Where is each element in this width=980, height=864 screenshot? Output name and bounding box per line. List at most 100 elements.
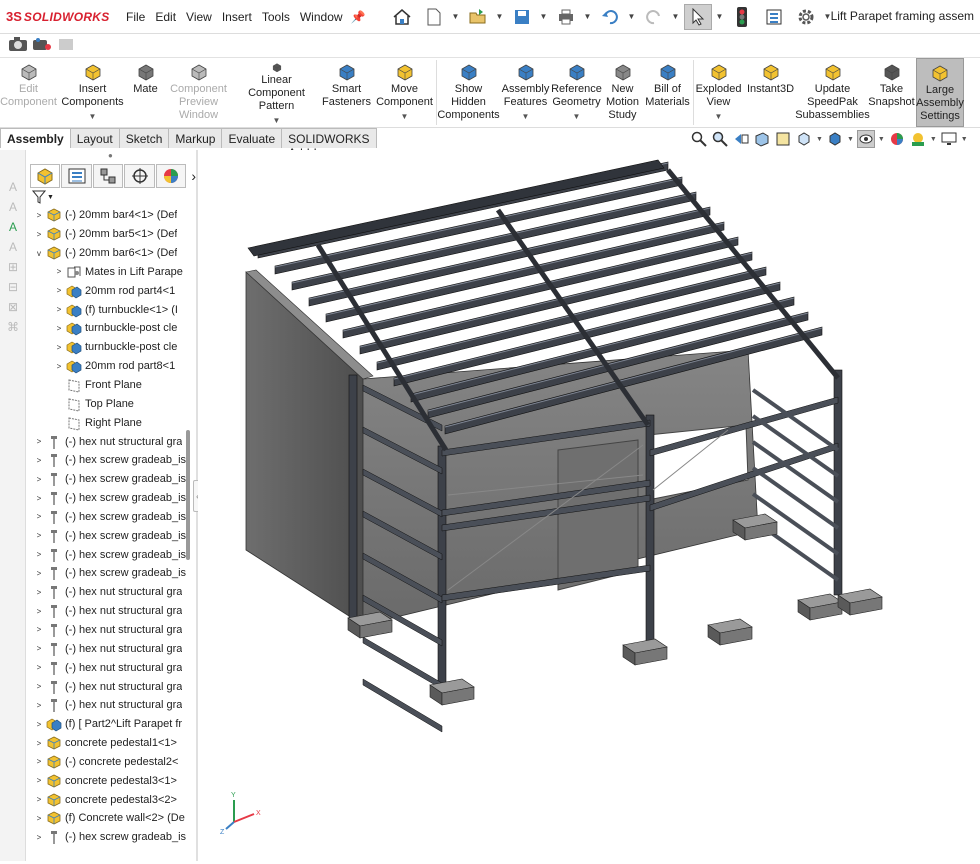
tree-item[interactable]: >20mm rod part8<1 — [26, 357, 196, 376]
tree-item[interactable]: > (-) hex screw gradeab_is — [26, 526, 196, 545]
expand-chevron-icon[interactable]: > — [34, 644, 44, 653]
section-view-icon[interactable] — [753, 130, 771, 148]
file-properties-icon[interactable] — [760, 4, 788, 30]
chevron-down-icon[interactable]: ▼ — [401, 110, 409, 123]
update-speedpak-subassemblies-button[interactable]: Update SpeedPak Subassemblies — [795, 58, 870, 127]
tab-assembly[interactable]: Assembly — [0, 128, 71, 148]
tree-item[interactable]: >20mm rod part4<1 — [26, 281, 196, 300]
tab-evaluate[interactable]: Evaluate — [221, 128, 283, 148]
tree-item[interactable]: > (-) hex screw gradeab_is — [26, 564, 196, 583]
show-hidden-components-button[interactable]: Show Hidden Components — [437, 58, 501, 127]
expand-chevron-icon[interactable]: > — [54, 362, 64, 371]
expand-chevron-icon[interactable]: > — [54, 267, 64, 276]
save-icon[interactable] — [508, 4, 536, 30]
chevron-down-icon[interactable]: ▼ — [540, 12, 548, 21]
view-orientation-icon[interactable] — [795, 130, 813, 148]
tree-item[interactable]: > (f) turnbuckle<1> (I — [26, 300, 196, 319]
chevron-down-icon[interactable]: ▼ — [930, 136, 937, 143]
configurationmanager-icon[interactable] — [92, 164, 124, 188]
collapse-chevron-icon[interactable]: v — [34, 249, 44, 258]
component-preview-window-button[interactable]: Component Preview Window — [164, 58, 234, 127]
large-assembly-settings-button[interactable]: Large Assembly Settings — [916, 58, 964, 127]
tree-item[interactable]: > (-) hex nut structural gra — [26, 639, 196, 658]
undo-icon[interactable] — [596, 4, 624, 30]
chevron-down-icon[interactable]: ▼ — [628, 12, 636, 21]
annotation-view-icon[interactable]: A — [3, 218, 23, 236]
smart-fasteners-button[interactable]: Smart Fasteners — [320, 58, 374, 127]
options-gear-icon[interactable] — [792, 4, 820, 30]
expand-chevron-icon[interactable]: > — [34, 550, 44, 559]
chevron-down-icon[interactable]: ▼ — [452, 12, 460, 21]
chevron-down-icon[interactable]: ▼ — [573, 110, 581, 123]
select-arrow-icon[interactable] — [683, 3, 712, 30]
expand-chevron-icon[interactable]: > — [34, 833, 44, 842]
chevron-down-icon[interactable]: ▼ — [496, 12, 504, 21]
expand-chevron-icon[interactable]: > — [34, 814, 44, 823]
solidworks-logo[interactable]: 3S SOLIDWORKS — [0, 9, 120, 24]
move-component-button[interactable]: Move Component ▼ — [374, 58, 436, 127]
tree-item[interactable]: > (-) hex screw gradeab_is — [26, 508, 196, 527]
tab-solidworks-add-ins[interactable]: SOLIDWORKS Add-Ins — [281, 128, 377, 160]
expand-chevron-icon[interactable]: > — [34, 512, 44, 521]
expand-chevron-icon[interactable]: > — [34, 720, 44, 729]
tree-item[interactable]: > Mates in Lift Parape — [26, 263, 196, 282]
tree-item[interactable]: > (-) hex screw gradeab_is — [26, 545, 196, 564]
chevron-down-icon[interactable]: ▼ — [47, 194, 54, 201]
chevron-down-icon[interactable]: ▼ — [961, 136, 968, 143]
dynamic-annotation-icon[interactable] — [774, 130, 792, 148]
featuremanager-tree-icon[interactable] — [30, 164, 61, 188]
chevron-down-icon[interactable]: ▼ — [273, 114, 281, 127]
insert-components-button[interactable]: Insert Components ▼ — [58, 58, 128, 127]
edit-component-button[interactable]: Edit Component — [0, 58, 58, 127]
tree-item[interactable]: > (-) hex screw gradeab_is — [26, 470, 196, 489]
chevron-down-icon[interactable]: ▼ — [522, 110, 530, 123]
filter-icon[interactable] — [32, 190, 46, 204]
reference-geometry-button[interactable]: Reference Geometry ▼ — [551, 58, 603, 127]
hide-show-items-icon[interactable] — [856, 130, 875, 148]
edit-appearance-icon[interactable] — [888, 130, 906, 148]
display-style-icon[interactable] — [826, 130, 844, 148]
tab-markup[interactable]: Markup — [168, 128, 223, 148]
chevron-down-icon[interactable]: ▼ — [584, 12, 592, 21]
new-motion-study-button[interactable]: New Motion Study — [603, 58, 643, 127]
chevron-down-icon[interactable]: ▼ — [715, 110, 723, 123]
expand-chevron-icon[interactable]: > — [54, 343, 64, 352]
tree-item[interactable]: > (f) [ Part2^Lift Parapet fr — [26, 715, 196, 734]
propertymanager-icon[interactable] — [61, 164, 92, 188]
tree-item[interactable]: > turnbuckle-post cle — [26, 319, 196, 338]
expand-chevron-icon[interactable]: > — [34, 211, 44, 220]
expand-chevron-icon[interactable]: > — [34, 663, 44, 672]
expand-chevron-icon[interactable]: > — [34, 494, 44, 503]
apply-scene-icon[interactable] — [909, 130, 927, 148]
camera-icon[interactable] — [8, 36, 28, 55]
tree-item[interactable]: > (-) hex screw gradeab_is — [26, 451, 196, 470]
tree-item[interactable]: > (-) hex nut structural gra — [26, 696, 196, 715]
chevron-down-icon[interactable]: ▼ — [716, 12, 724, 21]
expand-chevron-icon[interactable]: > — [34, 437, 44, 446]
linear-component-pattern-button[interactable]: Linear Component Pattern ▼ — [234, 58, 320, 127]
tree-item[interactable]: > turnbuckle-post cle — [26, 338, 196, 357]
tree-item[interactable]: > (-) concrete pedestal2< — [26, 752, 196, 771]
tree-item[interactable]: > (-) 20mm bar5<1> (Def — [26, 225, 196, 244]
menu-edit[interactable]: Edit — [155, 10, 176, 24]
tree-item[interactable]: > concrete pedestal3<1> — [26, 771, 196, 790]
expand-chevron-icon[interactable]: > — [34, 531, 44, 540]
print-icon[interactable] — [552, 4, 580, 30]
expand-chevron-icon[interactable]: > — [34, 701, 44, 710]
dimxpert-icon[interactable] — [124, 164, 155, 188]
assembly-features-button[interactable]: Assembly Features ▼ — [501, 58, 551, 127]
expand-chevron-icon[interactable]: > — [34, 456, 44, 465]
tree-item[interactable]: v (-) 20mm bar6<1> (Def — [26, 244, 196, 263]
expand-chevron-icon[interactable]: > — [34, 739, 44, 748]
chevron-down-icon[interactable]: ▼ — [672, 12, 680, 21]
tree-filter[interactable]: ▼ — [26, 188, 196, 206]
tree-item[interactable]: > (-) hex nut structural gra — [26, 658, 196, 677]
expand-chevron-icon[interactable]: > — [34, 588, 44, 597]
tree-item[interactable]: Front Plane — [26, 376, 196, 395]
assembly-model-3d[interactable]: Y X Z — [198, 150, 980, 861]
expand-chevron-icon[interactable]: > — [34, 776, 44, 785]
mate-button[interactable]: Mate — [128, 58, 164, 127]
home-icon[interactable] — [388, 4, 416, 30]
menu-insert[interactable]: Insert — [222, 10, 252, 24]
rebuild-traffic-light-icon[interactable] — [728, 4, 756, 30]
